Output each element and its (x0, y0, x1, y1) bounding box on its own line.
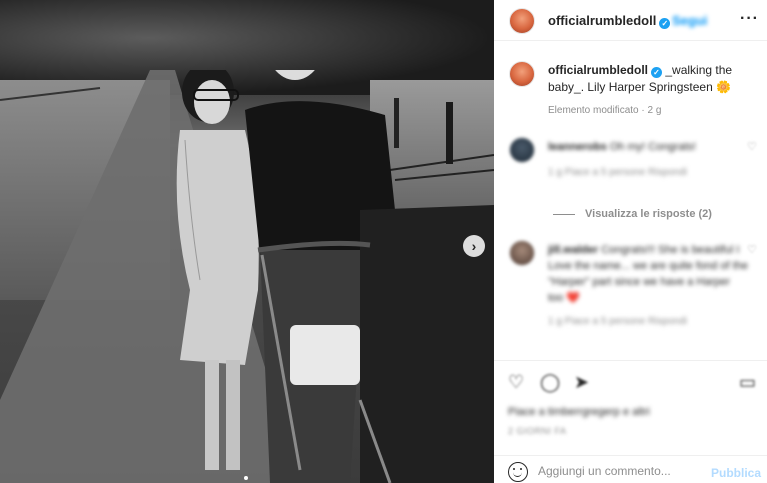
comment-item: leannerobs Oh my! Congrats! 1 g Piace a … (494, 137, 767, 187)
comment-text: leannerobs Oh my! Congrats! (548, 139, 748, 155)
replies-line (553, 213, 575, 215)
header-username[interactable]: officialrumbledoll ✓ (548, 13, 671, 29)
follow-button[interactable]: Segui (672, 13, 707, 28)
caption-meta: Elemento modificato · 2 g (548, 105, 662, 116)
post-header: officialrumbledoll ✓ Segui ··· (494, 0, 767, 41)
post-sidebar: officialrumbledoll ✓ Segui ··· officialru… (494, 0, 767, 483)
share-icon[interactable]: ➤ (574, 372, 589, 393)
heart-icon[interactable]: ♡ (747, 243, 757, 256)
chevron-right-icon[interactable]: › (463, 235, 485, 257)
comment-body: Oh my! Congrats! (609, 141, 696, 153)
comment-icon[interactable]: ◯ (540, 372, 560, 393)
comment-meta[interactable]: 1 g Piace a 5 persone Rispondi (548, 316, 687, 327)
caption-username[interactable]: officialrumbledoll (548, 63, 648, 77)
verified-badge-icon: ✓ (659, 18, 671, 29)
action-bar: ♡ ◯ ➤ ▭ (494, 360, 767, 404)
header-username-text[interactable]: officialrumbledoll (548, 13, 656, 28)
photo-scene (0, 70, 494, 483)
more-horizontal-icon[interactable]: ··· (740, 10, 759, 28)
avatar[interactable] (509, 8, 535, 34)
heart-icon[interactable]: ♡ (747, 140, 757, 153)
comment-item: jill.walder Congrats!!! She is beautiful… (494, 240, 767, 330)
bookmark-icon[interactable]: ▭ (739, 372, 756, 393)
comment-username[interactable]: jill.walder (548, 244, 598, 256)
likes-count[interactable]: Piace a timberrgregerp e altri (508, 406, 650, 418)
avatar[interactable] (509, 137, 535, 163)
avatar[interactable] (509, 240, 535, 266)
comment-meta[interactable]: 1 g Piace a 5 persone Rispondi (548, 167, 687, 178)
view-replies-button[interactable]: Visualizza le risposte (2) (553, 208, 712, 220)
heart-icon[interactable]: ♡ (508, 372, 524, 393)
post-photo[interactable]: › (0, 0, 494, 483)
comment-username[interactable]: leannerobs (548, 141, 607, 153)
avatar[interactable] (509, 61, 535, 87)
comment-text: jill.walder Congrats!!! She is beautiful… (548, 242, 748, 306)
carousel-dot (244, 476, 248, 480)
comment-composer: Pubblica (494, 455, 767, 483)
post-comment-button[interactable]: Pubblica (711, 466, 761, 480)
view-replies-label[interactable]: Visualizza le risposte (2) (585, 208, 712, 220)
emoji-icon[interactable] (508, 462, 528, 482)
post-date: 2 GIORNI FA (508, 426, 567, 436)
verified-badge-icon: ✓ (651, 67, 663, 78)
caption-text: officialrumbledoll ✓ _walking the baby_. … (548, 62, 753, 96)
comment-input[interactable] (538, 462, 698, 480)
